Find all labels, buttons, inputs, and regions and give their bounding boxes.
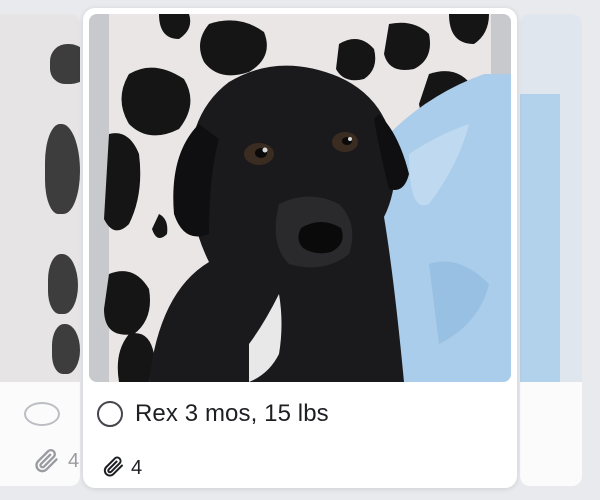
dog-photo-icon: [89, 14, 511, 382]
card-left-photo: [0, 14, 80, 382]
card-badges: 4: [101, 454, 142, 482]
board: 4 Rex 3 mos, 15 lbs 4: [0, 0, 600, 500]
card-cover-photo[interactable]: [89, 14, 511, 382]
card-right-photo: [520, 14, 582, 382]
paperclip-icon: [32, 446, 60, 479]
attachment-count: 4: [131, 456, 143, 479]
card-title[interactable]: Rex 3 mos, 15 lbs: [135, 400, 329, 428]
complete-circle-icon[interactable]: [97, 401, 123, 427]
attachment-count: 4: [68, 450, 80, 472]
card-left-partial[interactable]: 4: [0, 14, 80, 486]
card-rex[interactable]: Rex 3 mos, 15 lbs 4: [83, 8, 517, 488]
complete-circle-icon[interactable]: [24, 402, 60, 426]
card-right-partial[interactable]: [520, 14, 582, 486]
paperclip-icon: [101, 454, 125, 483]
card-title-row: Rex 3 mos, 15 lbs: [97, 398, 329, 430]
